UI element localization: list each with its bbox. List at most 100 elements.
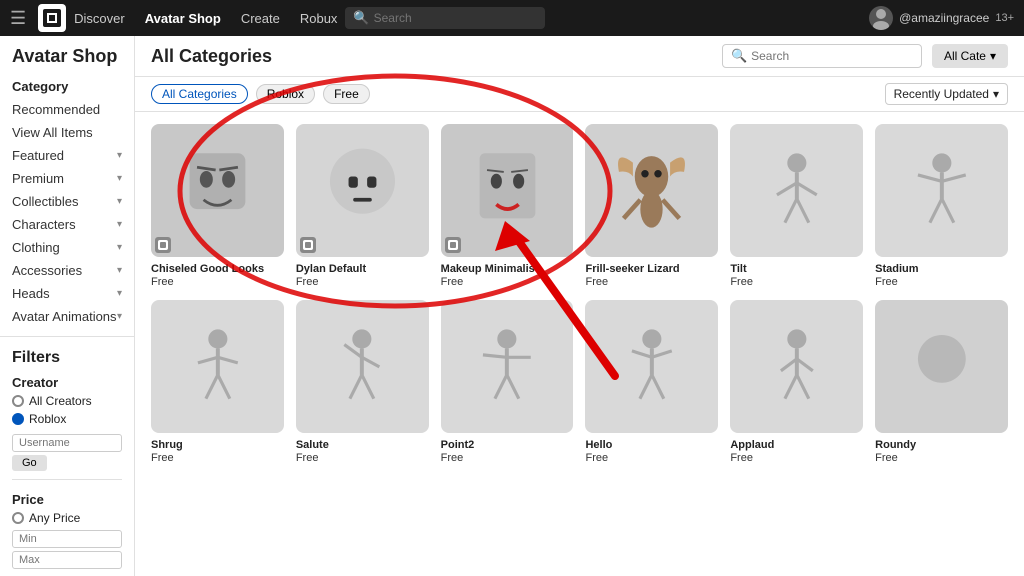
top-nav: ☰ Discover Avatar Shop Create Robux 🔍 @a… <box>0 0 1024 36</box>
item-card-roundy[interactable]: Roundy Free <box>875 300 1008 464</box>
chevron-down-icon: ▾ <box>993 87 999 101</box>
chevron-icon: ▾ <box>117 173 122 184</box>
item-card-shrug[interactable]: Shrug Free <box>151 300 284 464</box>
item-card-applaud[interactable]: Applaud Free <box>730 300 863 464</box>
chevron-down-icon: ▾ <box>990 49 996 63</box>
sort-dropdown[interactable]: Recently Updated ▾ <box>885 83 1008 105</box>
item-price: Free <box>875 452 1008 464</box>
item-name: Stadium <box>875 262 1008 276</box>
price-max-input[interactable] <box>12 551 122 569</box>
item-name: Applaud <box>730 438 863 452</box>
tab-all-categories[interactable]: All Categories <box>151 84 248 104</box>
creator-section-title: Creator <box>12 371 122 392</box>
item-name: Point2 <box>441 438 574 452</box>
item-type-icon <box>155 237 171 253</box>
username-input[interactable] <box>12 434 122 452</box>
main-search-input[interactable] <box>751 49 911 63</box>
item-card-point2[interactable]: Point2 Free <box>441 300 574 464</box>
nav-create[interactable]: Create <box>241 11 280 26</box>
price-section-title: Price <box>12 488 122 509</box>
nav-search-area: 🔍 <box>345 7 861 29</box>
item-thumbnail <box>875 300 1008 433</box>
item-thumbnail <box>296 300 429 433</box>
sidebar-item-heads[interactable]: Heads ▾ <box>12 282 122 305</box>
item-thumbnail <box>730 124 863 257</box>
item-thumbnail <box>151 300 284 433</box>
item-price: Free <box>730 276 863 288</box>
user-avatar-area[interactable]: @amaziingracee 13+ <box>869 6 1014 30</box>
radio-dot <box>12 395 24 407</box>
content-title: All Categories <box>151 46 272 67</box>
category-title: Category <box>12 77 122 98</box>
item-thumbnail <box>730 300 863 433</box>
item-card-makeup[interactable]: Makeup Minimalist Free <box>441 124 574 288</box>
item-card-salute[interactable]: Salute Free <box>296 300 429 464</box>
search-icon: 🔍 <box>731 48 747 64</box>
main-search-box[interactable]: 🔍 <box>722 44 922 68</box>
sidebar-item-view-all[interactable]: View All Items <box>12 121 122 144</box>
nav-discover[interactable]: Discover <box>74 11 125 26</box>
search-icon: 🔍 <box>353 10 369 26</box>
item-name: Tilt <box>730 262 863 276</box>
item-name: Chiseled Good Looks <box>151 262 284 276</box>
category-section: Category Recommended View All Items Feat… <box>0 77 134 328</box>
go-button[interactable]: Go <box>12 455 47 471</box>
page-title: Avatar Shop <box>0 46 134 77</box>
all-categories-button[interactable]: All Cate ▾ <box>932 44 1008 68</box>
filter-tabs-row: All Categories Roblox Free Recently Upda… <box>135 77 1024 112</box>
nav-search-input[interactable] <box>374 11 534 25</box>
item-thumbnail <box>441 124 574 257</box>
radio-dot-selected <box>12 413 24 425</box>
item-type-icon <box>300 237 316 253</box>
item-price: Free <box>585 452 718 464</box>
sidebar-item-clothing[interactable]: Clothing ▾ <box>12 236 122 259</box>
item-card-dylan[interactable]: Dylan Default Free <box>296 124 429 288</box>
sidebar-item-characters[interactable]: Characters ▾ <box>12 213 122 236</box>
creator-all-option[interactable]: All Creators <box>12 392 122 410</box>
main-container: Avatar Shop Category Recommended View Al… <box>0 36 1024 576</box>
item-card-hello[interactable]: Hello Free <box>585 300 718 464</box>
sidebar-item-avatar-animations[interactable]: Avatar Animations ▾ <box>12 305 122 328</box>
price-any-option[interactable]: Any Price <box>12 509 122 527</box>
item-name: Roundy <box>875 438 1008 452</box>
tab-roblox[interactable]: Roblox <box>256 84 315 104</box>
item-thumbnail <box>585 300 718 433</box>
tab-free[interactable]: Free <box>323 84 370 104</box>
item-name: Shrug <box>151 438 284 452</box>
sidebar-item-recommended[interactable]: Recommended <box>12 98 122 121</box>
nav-right: @amaziingracee 13+ <box>869 6 1014 30</box>
creator-roblox-option[interactable]: Roblox <box>12 410 122 428</box>
nav-robux[interactable]: Robux <box>300 11 338 26</box>
item-thumbnail <box>585 124 718 257</box>
hamburger-icon[interactable]: ☰ <box>10 8 26 29</box>
content-header: All Categories 🔍 All Cate ▾ <box>135 36 1024 77</box>
chevron-icon: ▾ <box>117 242 122 253</box>
item-card-lizard[interactable]: Frill-seeker Lizard Free <box>585 124 718 288</box>
sidebar-item-featured[interactable]: Featured ▾ <box>12 144 122 167</box>
sidebar-item-collectibles[interactable]: Collectibles ▾ <box>12 190 122 213</box>
price-min-input[interactable] <box>12 530 122 548</box>
filters-title: Filters <box>12 345 122 371</box>
price-range-inputs <box>12 530 122 569</box>
sort-label: Recently Updated <box>894 87 989 101</box>
sidebar-item-accessories[interactable]: Accessories ▾ <box>12 259 122 282</box>
content-area: All Categories 🔍 All Cate ▾ All Categori… <box>135 36 1024 576</box>
nav-search-box[interactable]: 🔍 <box>345 7 545 29</box>
radio-dot-price <box>12 512 24 524</box>
chevron-icon: ▾ <box>117 265 122 276</box>
sidebar-divider <box>0 336 134 337</box>
sidebar-item-premium[interactable]: Premium ▾ <box>12 167 122 190</box>
sidebar: Avatar Shop Category Recommended View Al… <box>0 36 135 576</box>
chevron-icon: ▾ <box>117 150 122 161</box>
items-grid: Chiseled Good Looks Free Dylan Defa <box>135 112 1024 576</box>
item-price: Free <box>585 276 718 288</box>
item-card-chiseled[interactable]: Chiseled Good Looks Free <box>151 124 284 288</box>
nav-avatar-shop[interactable]: Avatar Shop <box>145 11 221 26</box>
item-card-tilt[interactable]: Tilt Free <box>730 124 863 288</box>
chevron-icon: ▾ <box>117 288 122 299</box>
filters-section: Filters Creator All Creators Roblox Go P… <box>0 345 134 576</box>
item-card-stadium[interactable]: Stadium Free <box>875 124 1008 288</box>
item-price: Free <box>441 276 574 288</box>
all-cate-label: All Cate <box>944 49 986 63</box>
roblox-logo <box>38 4 66 32</box>
